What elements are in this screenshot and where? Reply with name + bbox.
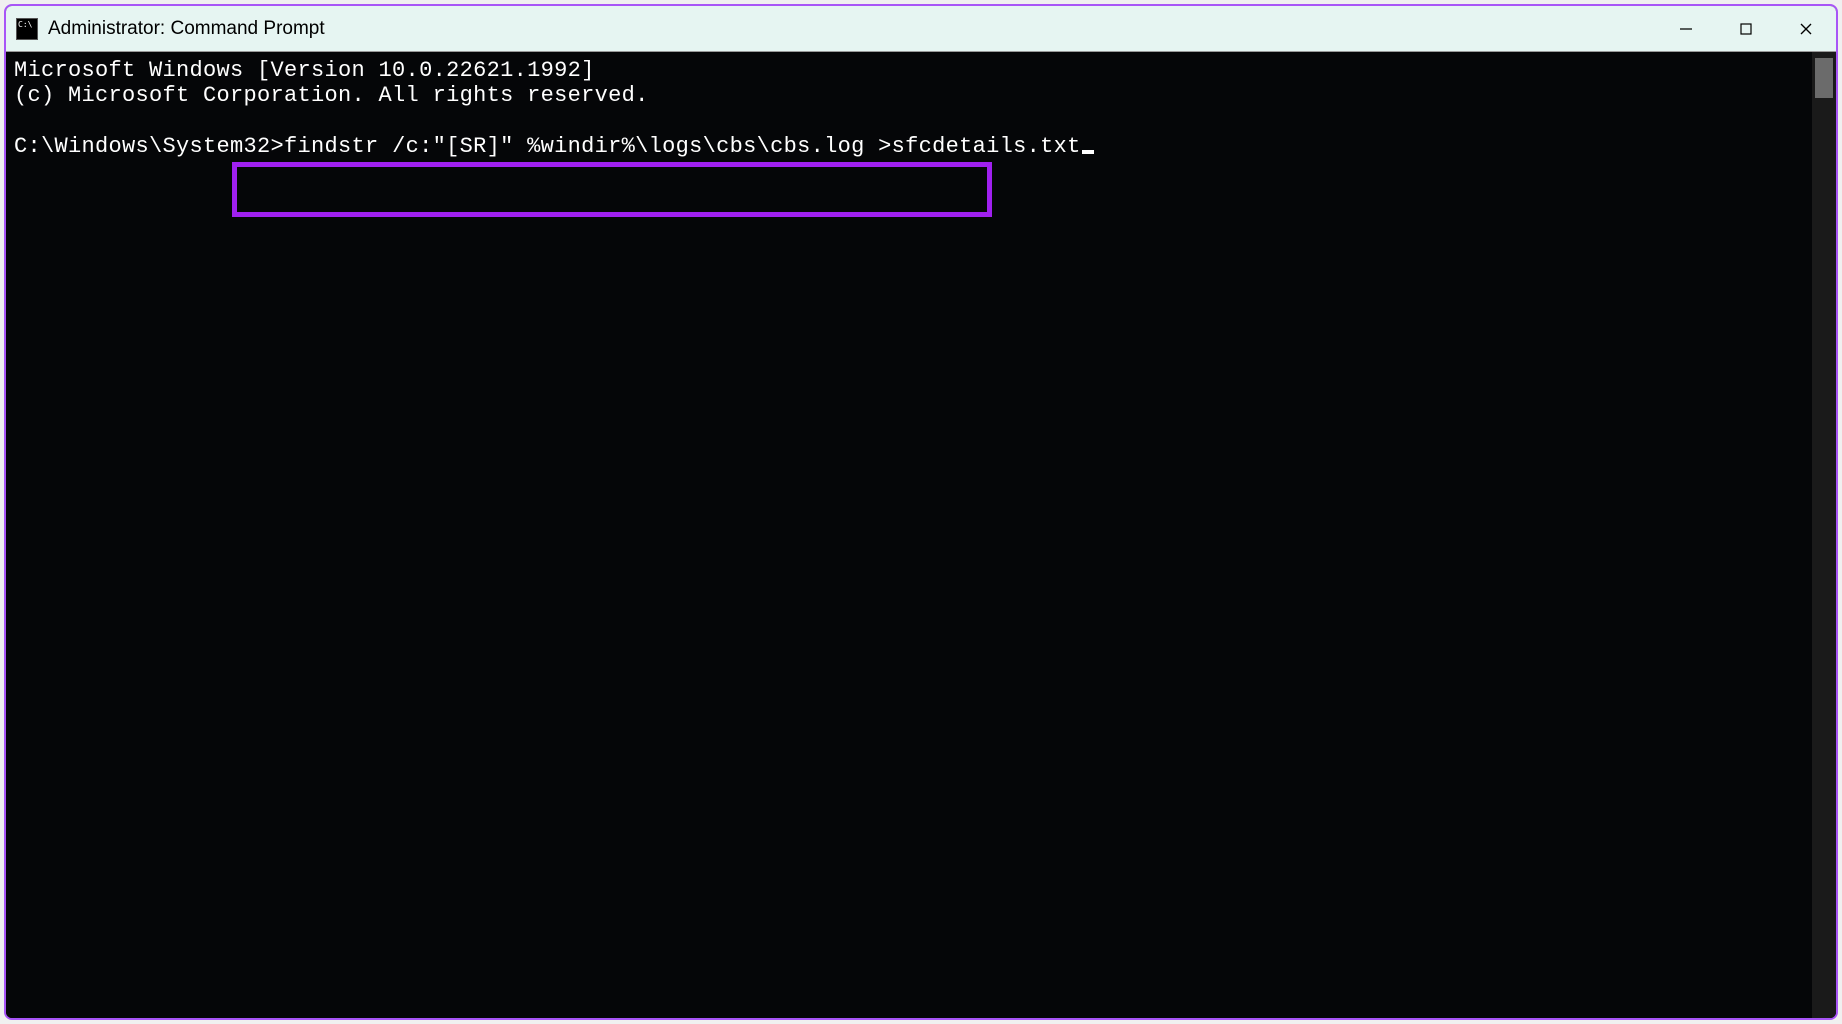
text-cursor — [1082, 150, 1094, 154]
cmd-icon — [16, 18, 38, 40]
command-input[interactable]: findstr /c:"[SR]" %windir%\logs\cbs\cbs.… — [284, 134, 1081, 159]
prompt-path: C:\Windows\System32> — [14, 134, 284, 159]
maximize-button[interactable] — [1716, 6, 1776, 51]
window-title: Administrator: Command Prompt — [48, 18, 1656, 40]
terminal-header-line-2: (c) Microsoft Corporation. All rights re… — [14, 83, 1828, 108]
prompt-line: C:\Windows\System32>findstr /c:"[SR]" %w… — [14, 134, 1094, 159]
blank-line — [14, 109, 1828, 134]
scrollbar-thumb[interactable] — [1815, 58, 1833, 98]
window-titlebar[interactable]: Administrator: Command Prompt — [6, 6, 1836, 52]
minimize-icon — [1679, 22, 1693, 36]
terminal-header-line-1: Microsoft Windows [Version 10.0.22621.19… — [14, 58, 1828, 83]
minimize-button[interactable] — [1656, 6, 1716, 51]
annotation-highlight-box — [232, 162, 992, 217]
close-button[interactable] — [1776, 6, 1836, 51]
vertical-scrollbar[interactable] — [1812, 52, 1836, 1018]
window-controls — [1656, 6, 1836, 51]
terminal-output-area[interactable]: Microsoft Windows [Version 10.0.22621.19… — [6, 52, 1836, 1018]
close-icon — [1799, 22, 1813, 36]
command-prompt-window: Administrator: Command Prompt Microsoft — [4, 4, 1838, 1020]
maximize-icon — [1739, 22, 1753, 36]
